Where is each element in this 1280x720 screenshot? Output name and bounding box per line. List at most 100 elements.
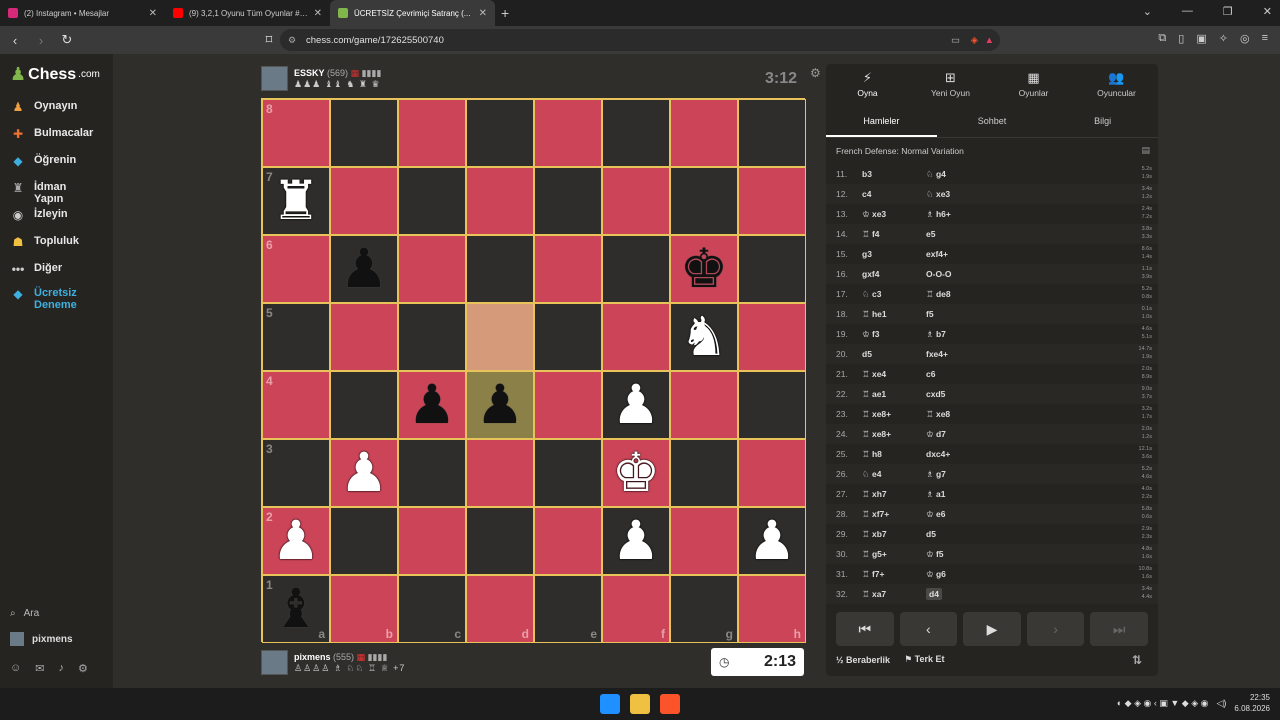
tab-3[interactable]: Bilgi <box>1047 104 1158 137</box>
black-move[interactable]: ♗ b7 <box>926 329 1046 340</box>
sidebar-item-1[interactable]: ♟ Oynayın <box>10 100 94 114</box>
top-player-avatar[interactable] <box>261 66 288 91</box>
resign-button[interactable]: ⚑ Terk Et <box>904 654 944 665</box>
extensions-icon[interactable]: ⧉ <box>1158 32 1166 45</box>
black-pawn-piece[interactable]: ♟ <box>408 378 456 432</box>
white-pawn-piece[interactable]: ♟ <box>272 514 320 568</box>
white-move[interactable]: ♔ f3 <box>862 329 926 340</box>
black-move[interactable]: dxc4+ <box>926 449 1046 459</box>
flip-board-icon[interactable]: ⇅ <box>1132 653 1142 667</box>
play-button[interactable]: ▶ <box>963 612 1021 646</box>
first-move-button[interactable]: ⏮ <box>836 612 894 646</box>
black-move[interactable]: ♔ d7 <box>926 429 1046 440</box>
square-a4[interactable]: 4 <box>262 371 330 439</box>
black-move[interactable]: O-O-O <box>926 269 1046 279</box>
url-field[interactable]: ⚙ chess.com/game/172625500740 ▭ ◈ ▲ <box>280 29 1000 51</box>
black-move[interactable]: ♗ h6+ <box>926 209 1046 220</box>
white-pawn-piece[interactable]: ♟ <box>612 378 660 432</box>
vpn-icon[interactable]: ◎ <box>1240 32 1250 45</box>
settings-icon[interactable]: ⚙ <box>78 662 88 675</box>
square-g2[interactable] <box>670 507 738 575</box>
maximize-button[interactable]: ❐ <box>1223 5 1233 18</box>
square-a6[interactable]: 6 <box>262 235 330 303</box>
white-move[interactable]: ♖ xa7 <box>862 589 926 600</box>
sidebar-item-7[interactable]: ••• Diğer <box>10 262 94 276</box>
white-move[interactable]: ♖ f4 <box>862 229 926 240</box>
black-move[interactable]: ♔ f5 <box>926 549 1046 560</box>
white-move[interactable]: ♘ c3 <box>862 289 926 300</box>
white-pawn-piece[interactable]: ♟ <box>748 514 796 568</box>
square-e2[interactable] <box>534 507 602 575</box>
board-settings-icon[interactable]: ⚙ <box>810 66 821 80</box>
square-c1[interactable]: c <box>398 575 466 643</box>
reload-button[interactable]: ↻ <box>56 32 78 48</box>
square-d7[interactable] <box>466 167 534 235</box>
square-f4[interactable]: ♟ <box>602 371 670 439</box>
square-g6[interactable]: ♚ <box>670 235 738 303</box>
square-d1[interactable]: d <box>466 575 534 643</box>
black-move[interactable]: ♔ g6 <box>926 569 1046 580</box>
system-clock[interactable]: 22:35 6.08.2026 <box>1234 692 1270 714</box>
square-f5[interactable] <box>602 303 670 371</box>
square-g1[interactable]: g <box>670 575 738 643</box>
bell-icon[interactable]: ♪ <box>58 662 64 675</box>
rewards-icon[interactable]: ▲ <box>985 35 994 46</box>
white-rook-piece[interactable]: ♜ <box>272 174 320 228</box>
square-d6[interactable] <box>466 235 534 303</box>
white-move[interactable]: ♖ he1 <box>862 309 926 320</box>
black-move[interactable]: exf4+ <box>926 249 1046 259</box>
square-g8[interactable] <box>670 99 738 167</box>
white-pawn-piece[interactable]: ♟ <box>612 514 660 568</box>
square-h2[interactable]: ♟ <box>738 507 806 575</box>
square-h1[interactable]: h <box>738 575 806 643</box>
white-knight-piece[interactable]: ♞ <box>680 310 728 364</box>
square-a3[interactable]: 3 <box>262 439 330 507</box>
white-move[interactable]: ♖ xe8+ <box>862 429 926 440</box>
square-b3[interactable]: ♟ <box>330 439 398 507</box>
square-b5[interactable] <box>330 303 398 371</box>
square-g5[interactable]: ♞ <box>670 303 738 371</box>
sidebar-item-6[interactable]: ☗ Topluluk <box>10 235 94 249</box>
ai-icon[interactable]: ✧ <box>1219 32 1228 45</box>
sidebar-item-5[interactable]: ◉ İzleyin <box>10 208 94 222</box>
square-g4[interactable] <box>670 371 738 439</box>
next-move-button[interactable]: › <box>1026 612 1085 646</box>
sidebar-search[interactable]: ⌕ Ara <box>10 608 39 619</box>
square-e7[interactable] <box>534 167 602 235</box>
black-move[interactable]: ♘ g4 <box>926 169 1046 180</box>
back-button[interactable]: ‹ <box>4 33 26 48</box>
white-move[interactable]: ♖ xe4 <box>862 369 926 380</box>
square-h5[interactable] <box>738 303 806 371</box>
sidebar-item-4[interactable]: ♜ İdman Yapın <box>10 181 94 205</box>
square-f7[interactable] <box>602 167 670 235</box>
white-move[interactable]: ♖ g5+ <box>862 549 926 560</box>
black-pawn-piece[interactable]: ♟ <box>340 242 388 296</box>
square-b4[interactable] <box>330 371 398 439</box>
black-move[interactable]: ♗ g7 <box>926 469 1046 480</box>
black-move[interactable]: f5 <box>926 309 1046 319</box>
square-d2[interactable] <box>466 507 534 575</box>
chess-board[interactable]: 8 7 ♜ 6 ♟ ♚ 5 ♞ 4 ♟ ♟ ♟ 3 ♟ ♚ 2 ♟ ♟ ♟ 1 a ♝ b c d e f g h <box>261 98 806 643</box>
tab-close-icon[interactable]: ✕ <box>479 8 487 19</box>
black-move[interactable]: d4 <box>926 588 1046 600</box>
windows-start-icon[interactable] <box>600 694 620 714</box>
square-b8[interactable] <box>330 99 398 167</box>
tab-search-icon[interactable]: ⌄ <box>1143 5 1152 18</box>
menu-icon[interactable]: ≡ <box>1262 32 1268 45</box>
file-explorer-icon[interactable] <box>630 694 650 714</box>
new-tab-button[interactable]: + <box>501 5 509 21</box>
square-h8[interactable] <box>738 99 806 167</box>
square-e3[interactable] <box>534 439 602 507</box>
black-move[interactable]: ♔ e6 <box>926 509 1046 520</box>
square-b7[interactable] <box>330 167 398 235</box>
volume-icon[interactable]: ◁) <box>1216 698 1226 709</box>
square-f1[interactable]: f <box>602 575 670 643</box>
sidebar-item-2[interactable]: ✚ Bulmacalar <box>10 127 94 141</box>
sidebar-item-3[interactable]: ◆ Öğrenin <box>10 154 94 168</box>
square-e8[interactable] <box>534 99 602 167</box>
brave-shield-icon[interactable]: ◈ <box>971 35 978 46</box>
square-c8[interactable] <box>398 99 466 167</box>
black-move[interactable]: ♘ xe3 <box>926 189 1046 200</box>
white-move[interactable]: ♖ h8 <box>862 449 926 460</box>
square-c4[interactable]: ♟ <box>398 371 466 439</box>
